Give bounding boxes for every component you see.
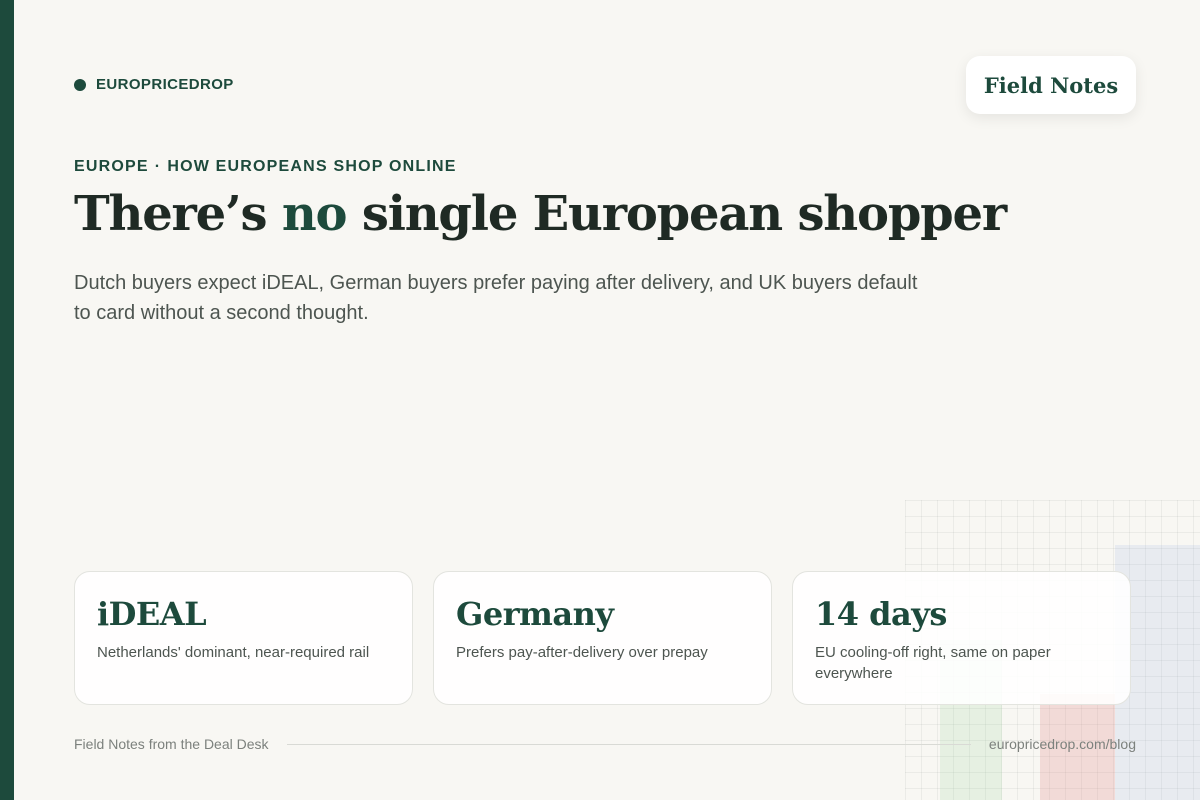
stat-cards: iDEAL Netherlands' dominant, near-requir…	[74, 571, 1131, 705]
page-title: There’s no single European shopper	[74, 186, 1007, 244]
brand-name: EUROPRICEDROP	[96, 76, 234, 93]
brand-logo[interactable]: EUROPRICEDROP	[74, 76, 234, 93]
stat-card-germany: Germany Prefers pay-after-delivery over …	[433, 571, 772, 705]
brand-dot-icon	[74, 78, 86, 91]
headline-before: There’s	[74, 186, 282, 242]
stat-card-ideal: iDEAL Netherlands' dominant, near-requir…	[74, 571, 413, 705]
stat-card-text: EU cooling-off right, same on paper ever…	[815, 644, 1051, 682]
stat-card-title: iDEAL	[97, 595, 207, 633]
stat-card-title: 14 days	[815, 595, 947, 633]
stat-card-text: Netherlands' dominant, near-required rai…	[97, 644, 370, 661]
stat-card-title: Germany	[456, 595, 614, 633]
accent-side-bar	[0, 0, 14, 800]
stat-card-cooling-off: 14 days EU cooling-off right, same on pa…	[792, 571, 1131, 705]
eyebrow-topic: HOW EUROPEANS SHOP ONLINE	[167, 158, 457, 175]
footer-divider	[286, 743, 971, 745]
footer-caption: Field Notes from the Deal Desk	[74, 736, 269, 752]
footer-blog-link[interactable]: europricedrop.com/blog	[989, 736, 1136, 752]
footer: Field Notes from the Deal Desk europrice…	[74, 735, 1136, 753]
subheadline: Dutch buyers expect iDEAL, German buyers…	[74, 272, 918, 324]
headline-accent-word: no	[281, 186, 348, 242]
stat-card-text: Prefers pay-after-delivery over prepay	[456, 644, 708, 661]
headline-after: single European shopper	[346, 186, 1007, 242]
field-notes-badge: Field Notes	[966, 56, 1136, 114]
eyebrow-label: EUROPE · HOW EUROPEANS SHOP ONLINE	[74, 158, 457, 176]
eyebrow-region: EUROPE	[74, 158, 149, 175]
eyebrow-separator: ·	[154, 158, 162, 175]
